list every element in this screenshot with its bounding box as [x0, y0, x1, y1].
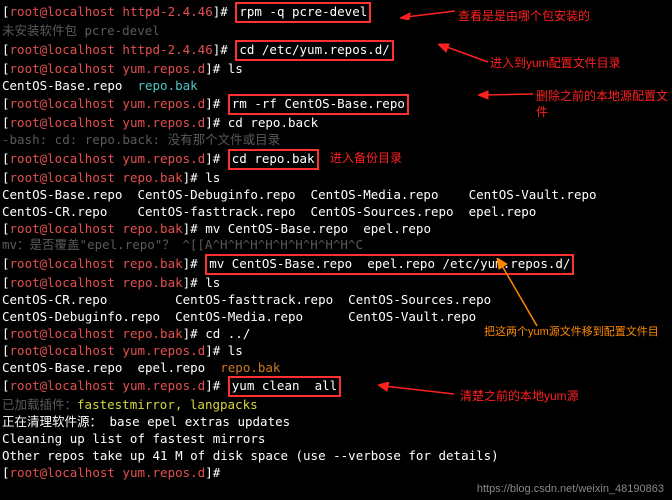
term-line: [root@localhost yum.repos.d]# ls — [2, 343, 670, 360]
cmd-yum-clean: yum clean all — [228, 376, 341, 397]
out-bash-err: -bash: cd: repo.back: 没有那个文件或目录 — [2, 132, 670, 149]
term-line: [root@localhost repo.bak]# ls — [2, 170, 670, 187]
term-line: CentOS-Base.repo CentOS-Debuginfo.repo C… — [2, 187, 670, 204]
arrow-icon — [478, 90, 534, 100]
cmd-cd-bak: cd repo.bak — [228, 149, 319, 170]
term-line: CentOS-Base.repo epel.repo repo.bak — [2, 360, 670, 377]
term-line: [root@localhost repo.bak]# ls — [2, 275, 670, 292]
term-line: 正在清理软件源： base epel extras updates — [2, 414, 670, 431]
out-not-installed: 未安装软件包 pcre-devel — [2, 23, 670, 40]
annot-rm: 删除之前的本地源配置文件 — [536, 88, 672, 120]
term-line: CentOS-CR.repo CentOS-fasttrack.repo Cen… — [2, 204, 670, 221]
arrow-icon — [438, 42, 490, 66]
term-line: CentOS-Debuginfo.repo CentOS-Media.repo … — [2, 309, 670, 326]
annot-cd-bak: 进入备份目录 — [330, 150, 402, 166]
term-line: CentOS-CR.repo CentOS-fasttrack.repo Cen… — [2, 292, 670, 309]
term-line: mv：是否覆盖"epel.repo"？ ^[[A^H^H^H^H^H^H^H^H… — [2, 237, 670, 254]
term-line: [root@localhost repo.bak]# mv CentOS-Bas… — [2, 221, 670, 238]
cmd-cd-repos: cd /etc/yum.repos.d/ — [235, 40, 394, 61]
watermark: https://blog.csdn.net/weixin_48190863 — [477, 482, 664, 497]
annot-rpm: 查看是是由哪个包安装的 — [458, 8, 590, 24]
arrow-icon — [495, 258, 555, 328]
arrow-icon — [378, 382, 456, 398]
term-line: Cleaning up list of fastest mirrors — [2, 431, 670, 448]
cmd-rm: rm -rf CentOS-Base.repo — [228, 94, 409, 115]
annot-cd-repos: 进入到yum配置文件目录 — [490, 55, 621, 71]
term-line: [root@localhost repo.bak]# mv CentOS-Bas… — [2, 254, 670, 275]
term-line: [root@localhost yum.repos.d]# — [2, 465, 670, 482]
annot-yum-clean: 清楚之前的本地yum源 — [460, 388, 579, 404]
cmd-rpm: rpm -q pcre-devel — [235, 2, 371, 23]
arrow-icon — [400, 8, 456, 20]
term-line: Other repos take up 41 M of disk space (… — [2, 448, 670, 465]
